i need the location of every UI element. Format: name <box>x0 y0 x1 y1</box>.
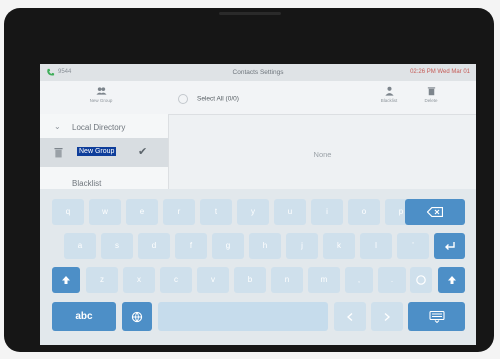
cursor-left-key[interactable] <box>334 302 366 331</box>
key-s[interactable]: s <box>101 233 133 259</box>
camera-bar <box>219 12 281 15</box>
abc-mode-key[interactable]: abc <box>52 302 116 331</box>
cursor-right-key[interactable] <box>371 302 403 331</box>
blacklist-item-label: Blacklist <box>72 179 102 188</box>
key-j[interactable]: j <box>286 233 318 259</box>
key-comma[interactable]: , <box>345 267 373 293</box>
backspace-icon <box>427 207 443 217</box>
trash-icon[interactable] <box>54 147 63 158</box>
new-group-label: New Group <box>89 98 113 103</box>
emoji-icon <box>416 275 426 285</box>
key-c[interactable]: c <box>160 267 192 293</box>
key-l[interactable]: l <box>360 233 392 259</box>
shift-icon <box>62 276 70 284</box>
new-group-button[interactable]: New Group <box>86 84 116 103</box>
delete-label: Delete <box>424 98 438 103</box>
key-w[interactable]: w <box>89 199 121 225</box>
arrow-left-icon <box>347 312 353 321</box>
select-all-control[interactable]: Select All (0/0) <box>178 94 239 104</box>
key-n[interactable]: n <box>271 267 303 293</box>
key-m[interactable]: m <box>308 267 340 293</box>
select-all-radio[interactable] <box>178 94 188 104</box>
key-o[interactable]: o <box>348 199 380 225</box>
toolbar: New Group Select All (0/0) Blacklist Del… <box>40 81 476 115</box>
keyboard-hide-icon <box>428 310 445 323</box>
sidebar-item-new-group[interactable]: New Group ✔ <box>40 138 168 167</box>
tablet-device: 9544 Contacts Settings 02:26 PM Wed Mar … <box>4 8 494 352</box>
key-x[interactable]: x <box>123 267 155 293</box>
on-screen-keyboard: q w e r t y u i o p a s d f g h j k l ' <box>40 189 476 345</box>
enter-key[interactable] <box>434 233 465 259</box>
key-u[interactable]: u <box>274 199 306 225</box>
key-a[interactable]: a <box>64 233 96 259</box>
status-bar: 9544 Contacts Settings 02:26 PM Wed Mar … <box>40 64 476 81</box>
blacklist-user-icon <box>384 86 394 96</box>
blacklist-button[interactable]: Blacklist <box>376 84 402 103</box>
key-q[interactable]: q <box>52 199 84 225</box>
key-apostrophe[interactable]: ' <box>397 233 429 259</box>
check-icon[interactable]: ✔ <box>138 145 147 158</box>
key-i[interactable]: i <box>311 199 343 225</box>
hide-keyboard-key[interactable] <box>408 302 465 331</box>
key-k[interactable]: k <box>323 233 355 259</box>
key-period[interactable]: . <box>378 267 406 293</box>
sidebar-item-local-directory[interactable]: ⌄ Local Directory <box>40 114 168 141</box>
new-group-name-field[interactable]: New Group <box>77 147 117 156</box>
key-y[interactable]: y <box>237 199 269 225</box>
enter-icon <box>444 242 455 250</box>
key-r[interactable]: r <box>163 199 195 225</box>
language-key[interactable] <box>122 302 152 331</box>
shift-key-right[interactable] <box>438 267 465 293</box>
globe-icon <box>131 311 143 322</box>
blacklist-label: Blacklist <box>380 98 398 103</box>
datetime: 02:26 PM Wed Mar 01 <box>410 69 470 75</box>
screen: 9544 Contacts Settings 02:26 PM Wed Mar … <box>40 64 476 345</box>
arrow-right-icon <box>384 312 390 321</box>
trash-icon <box>427 87 435 96</box>
key-d[interactable]: d <box>138 233 170 259</box>
emoji-key[interactable] <box>410 267 432 293</box>
delete-button[interactable]: Delete <box>420 84 442 103</box>
key-b[interactable]: b <box>234 267 266 293</box>
shift-icon <box>447 276 456 284</box>
key-t[interactable]: t <box>200 199 232 225</box>
chevron-down-icon: ⌄ <box>54 122 61 131</box>
key-h[interactable]: h <box>249 233 281 259</box>
key-v[interactable]: v <box>197 267 229 293</box>
key-g[interactable]: g <box>212 233 244 259</box>
select-all-label: Select All (0/0) <box>197 95 239 103</box>
space-key[interactable] <box>158 302 328 331</box>
local-directory-label: Local Directory <box>72 123 126 132</box>
key-f[interactable]: f <box>175 233 207 259</box>
backspace-key[interactable] <box>405 199 465 225</box>
shift-key-left[interactable] <box>52 267 80 293</box>
key-z[interactable]: z <box>86 267 118 293</box>
key-e[interactable]: e <box>126 199 158 225</box>
group-icon <box>95 87 107 95</box>
empty-state-text: None <box>313 150 332 159</box>
